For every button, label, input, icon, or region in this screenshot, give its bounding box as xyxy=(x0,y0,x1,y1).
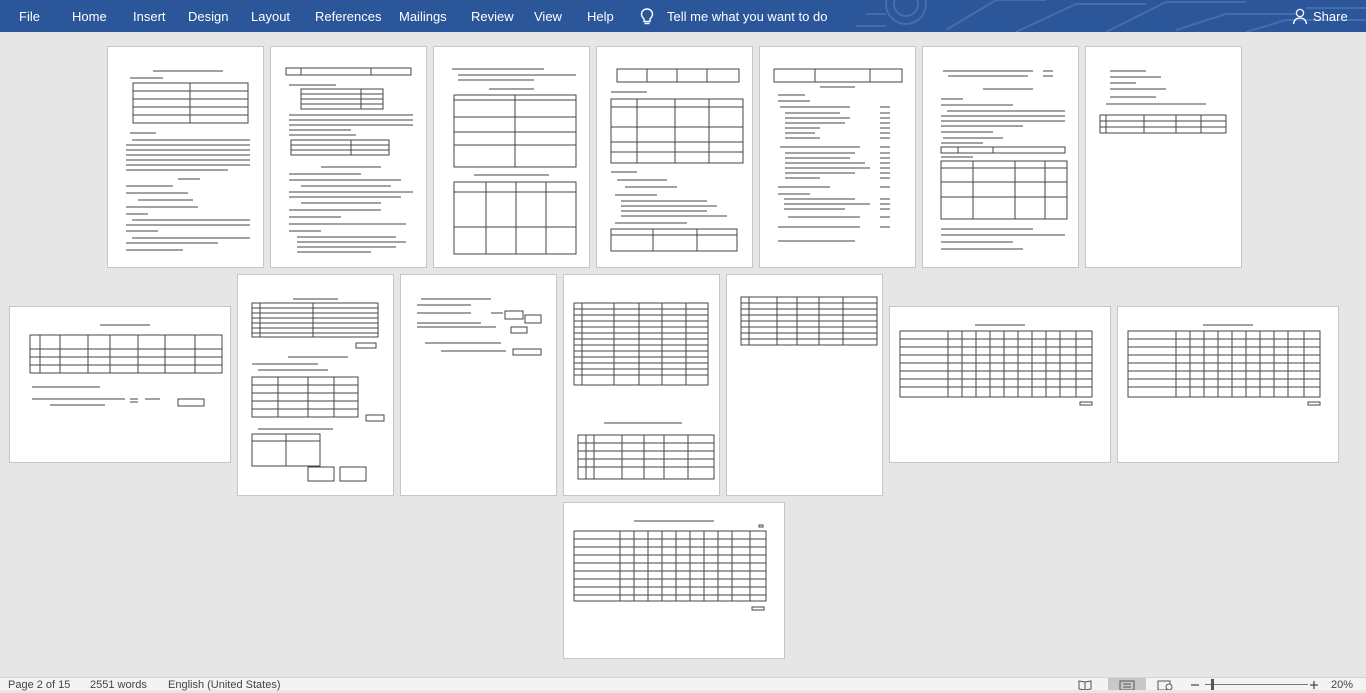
page-thumbnail-8[interactable] xyxy=(9,306,231,463)
page-thumbnail-2[interactable] xyxy=(270,46,427,268)
web-icon xyxy=(1157,680,1173,691)
tab-insert[interactable]: Insert xyxy=(133,8,166,25)
page-content-sketch xyxy=(899,324,1093,406)
page-content-sketch xyxy=(285,67,413,253)
tab-design[interactable]: Design xyxy=(188,8,228,25)
page-thumbnail-10[interactable] xyxy=(400,274,557,496)
page-thumbnail-11[interactable] xyxy=(563,274,720,496)
minus-icon[interactable] xyxy=(1190,678,1200,690)
share-label: Share xyxy=(1313,9,1348,24)
page-thumbnail-9[interactable] xyxy=(237,274,394,496)
page-content-sketch xyxy=(1099,70,1227,134)
page-content-sketch xyxy=(1127,324,1321,406)
status-bar: Page 2 of 15 2551 words English (United … xyxy=(0,677,1366,691)
page-thumbnail-6[interactable] xyxy=(922,46,1079,268)
zoom-slider-thumb[interactable] xyxy=(1211,679,1214,690)
zoom-slider-track[interactable] xyxy=(1205,684,1308,685)
person-icon xyxy=(1292,8,1308,25)
tab-home[interactable]: Home xyxy=(72,8,107,25)
tab-view[interactable]: View xyxy=(534,8,562,25)
page-content-sketch xyxy=(452,68,577,255)
page-thumbnail-1[interactable] xyxy=(107,46,264,268)
page-content-sketch xyxy=(126,70,250,251)
page-content-sketch xyxy=(740,296,878,346)
page-content-sketch xyxy=(940,70,1068,250)
tab-help[interactable]: Help xyxy=(587,8,614,25)
page-icon xyxy=(1119,680,1135,691)
print-layout-button[interactable] xyxy=(1108,678,1146,691)
page-thumbnail-7[interactable] xyxy=(1085,46,1242,268)
lightbulb-icon xyxy=(640,8,654,25)
page-content-sketch xyxy=(610,68,744,252)
ribbon-bar: File Home Insert Design Layout Reference… xyxy=(0,0,1366,32)
web-layout-button[interactable] xyxy=(1154,678,1176,691)
page-content-sketch xyxy=(573,302,715,480)
page-thumbnail-13[interactable] xyxy=(889,306,1111,463)
ribbon-circuit-decoration xyxy=(856,0,1366,32)
tab-mailings[interactable]: Mailings xyxy=(399,8,447,25)
tell-me-label: Tell me what you want to do xyxy=(667,9,828,24)
language-status[interactable]: English (United States) xyxy=(168,679,281,691)
page-thumbnail-12[interactable] xyxy=(726,274,883,496)
page-content-sketch xyxy=(573,520,767,611)
tab-file[interactable]: File xyxy=(19,8,40,25)
tab-review[interactable]: Review xyxy=(471,8,514,25)
word-count-status[interactable]: 2551 words xyxy=(90,679,147,691)
page-content-sketch xyxy=(29,324,223,407)
plus-icon[interactable] xyxy=(1309,678,1319,690)
book-icon xyxy=(1078,680,1092,691)
page-content-sketch xyxy=(251,298,385,482)
page-thumbnail-15[interactable] xyxy=(563,502,785,659)
page-thumbnail-14[interactable] xyxy=(1117,306,1339,463)
page-thumbnail-5[interactable] xyxy=(759,46,916,268)
page-thumbnail-3[interactable] xyxy=(433,46,590,268)
zoom-level-status[interactable]: 20% xyxy=(1331,679,1353,691)
page-count-status[interactable]: Page 2 of 15 xyxy=(8,679,70,691)
tab-layout[interactable]: Layout xyxy=(251,8,290,25)
page-content-sketch xyxy=(773,68,903,242)
page-thumbnail-4[interactable] xyxy=(596,46,753,268)
tab-references[interactable]: References xyxy=(315,8,381,25)
page-content-sketch xyxy=(417,298,542,356)
read-mode-button[interactable] xyxy=(1074,678,1096,691)
